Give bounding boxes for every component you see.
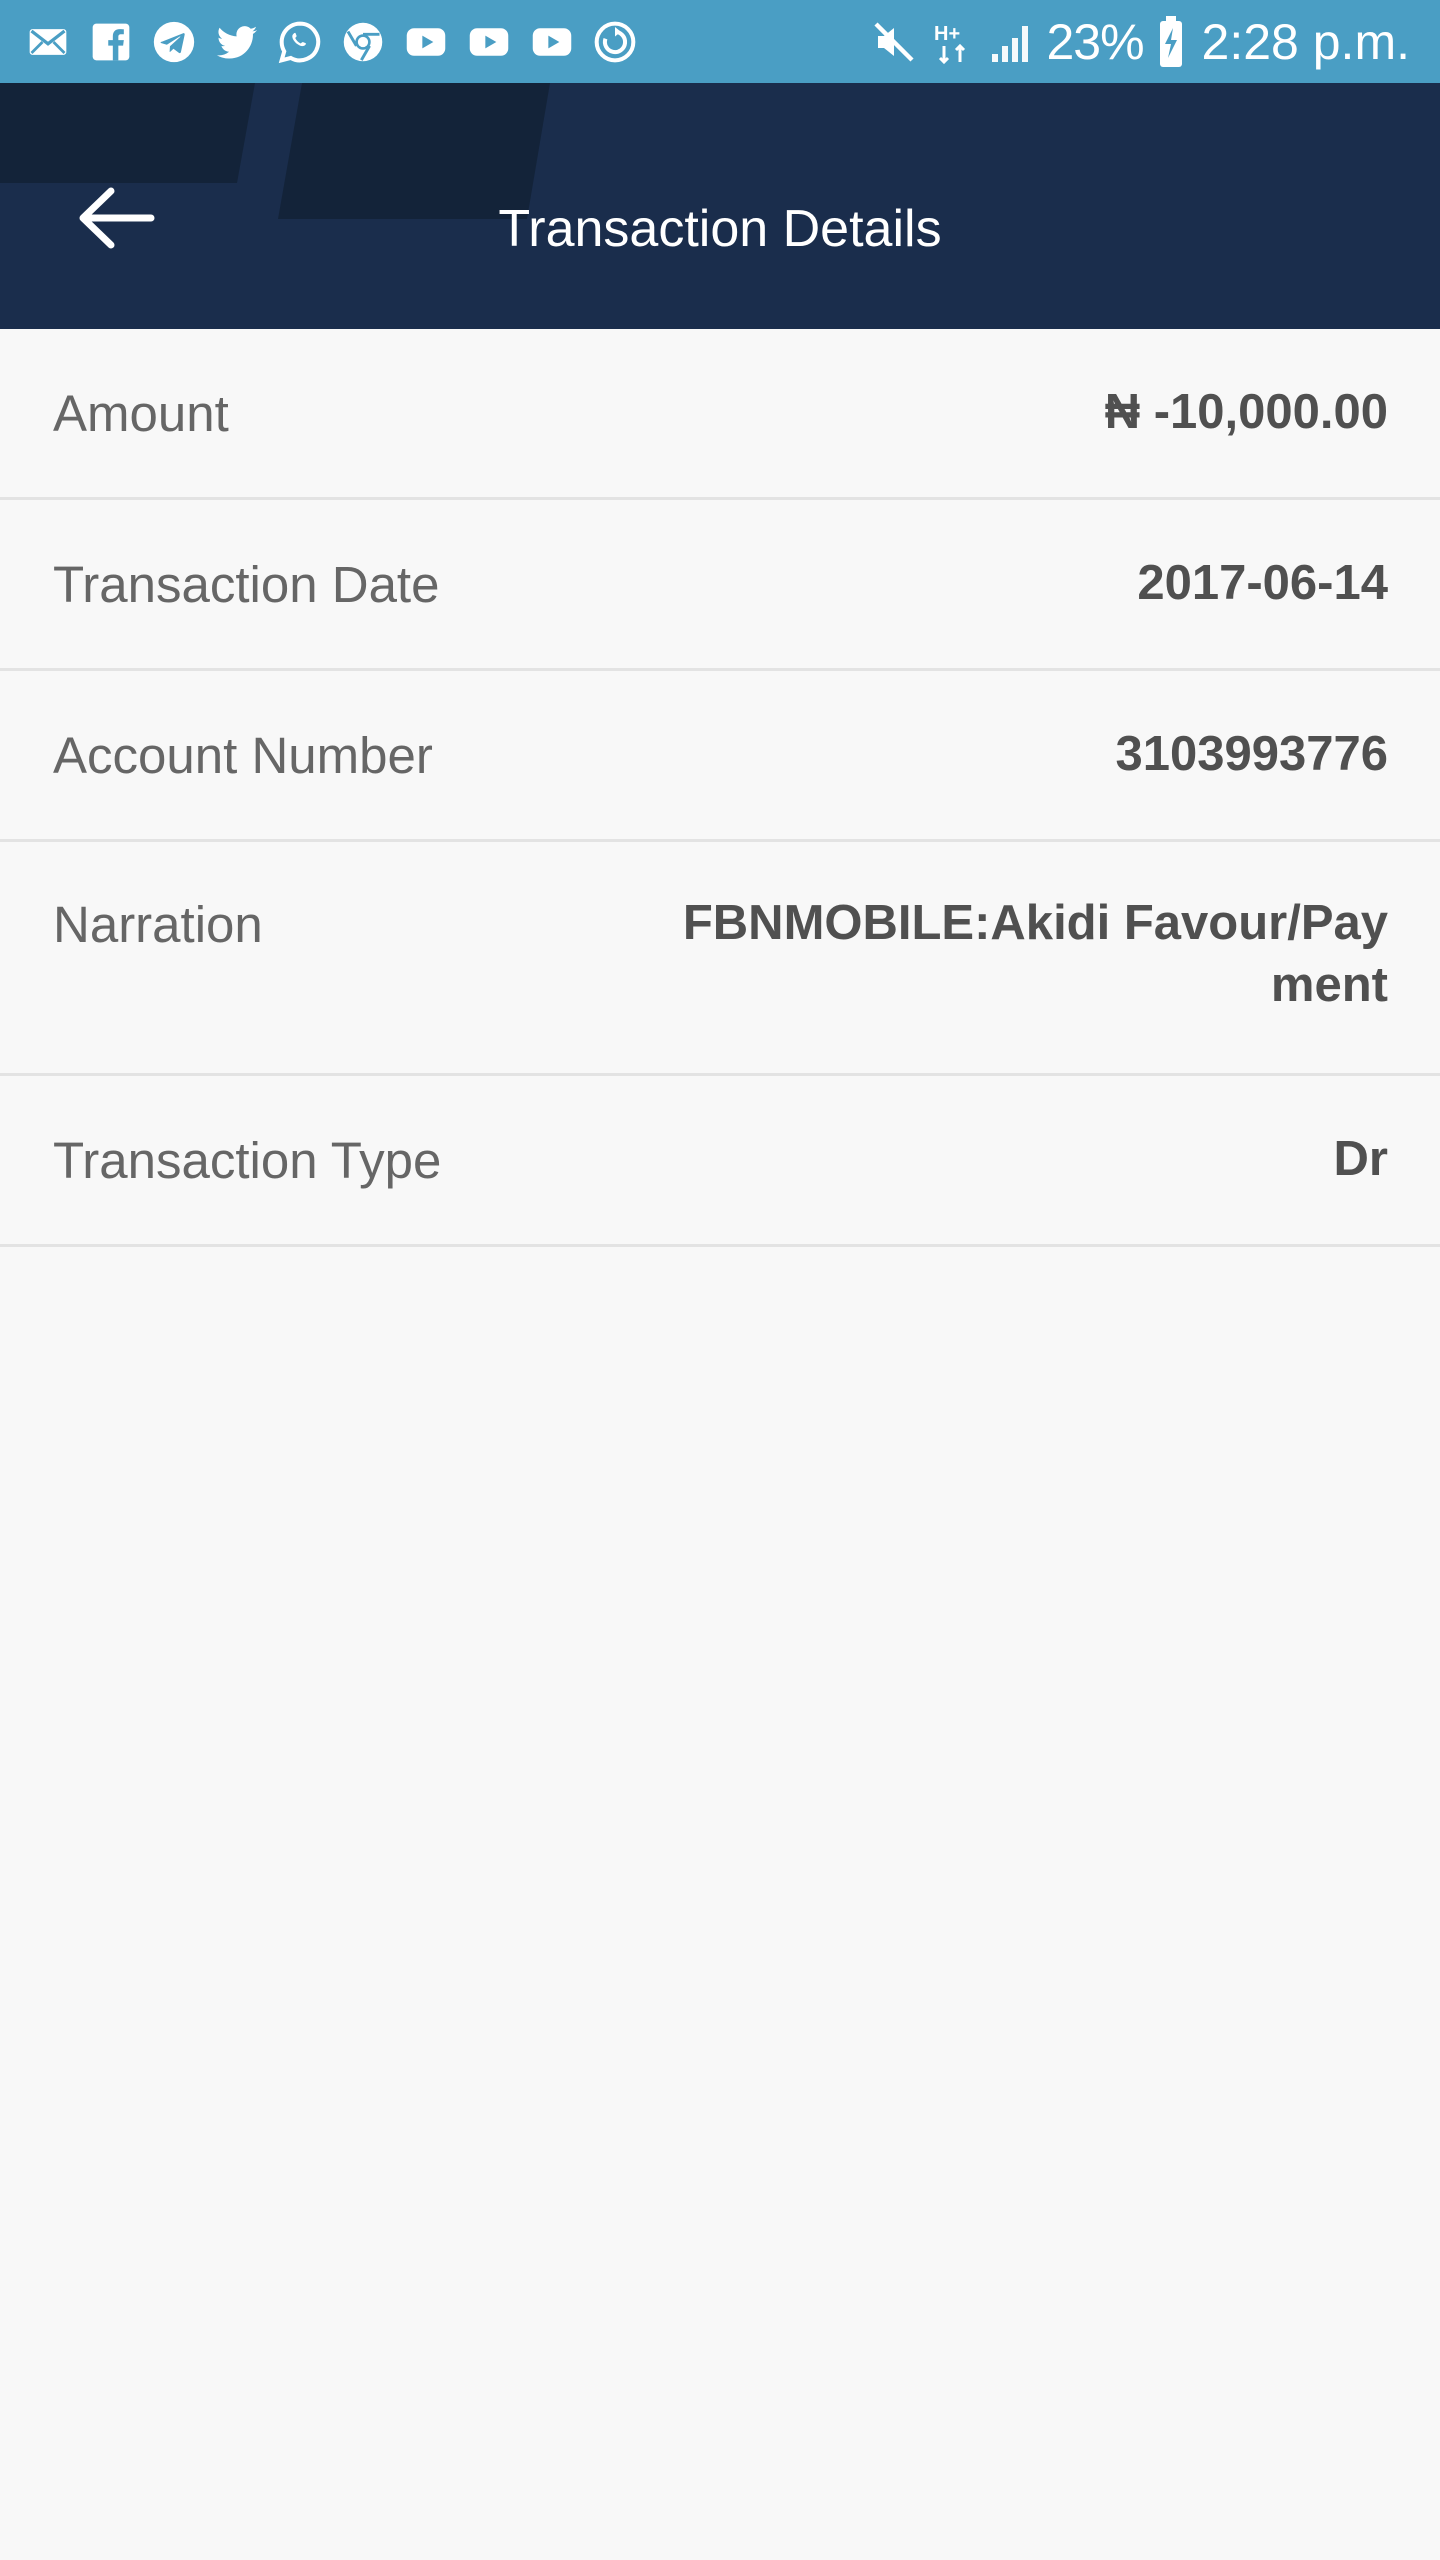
narration-value-line-1: FBNMOBILE:Akidi Favour/Pay — [682, 896, 1388, 950]
svg-text:H+: H+ — [934, 23, 960, 45]
narration-value: FBNMOBILE:Akidi Favour/Pay ment — [683, 892, 1388, 1016]
amount-value: ₦ -10,000.00 — [1104, 385, 1388, 439]
page-title: Transaction Details — [498, 200, 942, 258]
app-bar: Transaction Details — [0, 83, 1440, 329]
detail-row-transaction-type: Transaction Type Dr — [0, 1076, 1440, 1247]
youtube-icon — [528, 18, 576, 66]
detail-row-amount: Amount ₦ -10,000.00 — [0, 329, 1440, 500]
twitter-icon — [213, 18, 261, 66]
notification-icons — [24, 14, 639, 70]
system-status: H+ 23% 2:28 p.m. — [870, 8, 1410, 76]
detail-row-account-number: Account Number 3103993776 — [0, 671, 1440, 842]
account-number-value: 3103993776 — [1115, 727, 1388, 781]
email-icon — [24, 18, 72, 66]
amount-label: Amount — [53, 385, 229, 442]
transaction-type-label: Transaction Type — [53, 1132, 442, 1189]
battery-percent: 23% — [1046, 14, 1144, 70]
transaction-date-label: Transaction Date — [53, 556, 440, 613]
sync-icon — [591, 18, 639, 66]
youtube-icon — [465, 18, 513, 66]
data-hplus-icon: H+ — [932, 18, 974, 66]
telegram-icon — [150, 18, 198, 66]
detail-row-transaction-date: Transaction Date 2017-06-14 — [0, 500, 1440, 671]
transaction-type-value: Dr — [1333, 1132, 1388, 1186]
youtube-icon — [402, 18, 450, 66]
detail-row-narration: Narration FBNMOBILE:Akidi Favour/Pay men… — [0, 842, 1440, 1076]
chrome-icon — [339, 18, 387, 66]
battery-charging-icon — [1158, 16, 1184, 68]
transaction-details: Amount ₦ -10,000.00 Transaction Date 201… — [0, 329, 1440, 1247]
narration-label: Narration — [53, 896, 263, 953]
transaction-date-value: 2017-06-14 — [1137, 556, 1388, 610]
status-bar: H+ 23% 2:28 p.m. — [0, 0, 1440, 83]
clock: 2:28 p.m. — [1201, 14, 1410, 70]
narration-value-line-2: ment — [1270, 958, 1388, 1012]
account-number-label: Account Number — [53, 727, 433, 784]
signal-icon — [988, 18, 1032, 66]
whatsapp-icon — [276, 18, 324, 66]
facebook-icon — [87, 18, 135, 66]
mute-icon — [870, 18, 918, 66]
